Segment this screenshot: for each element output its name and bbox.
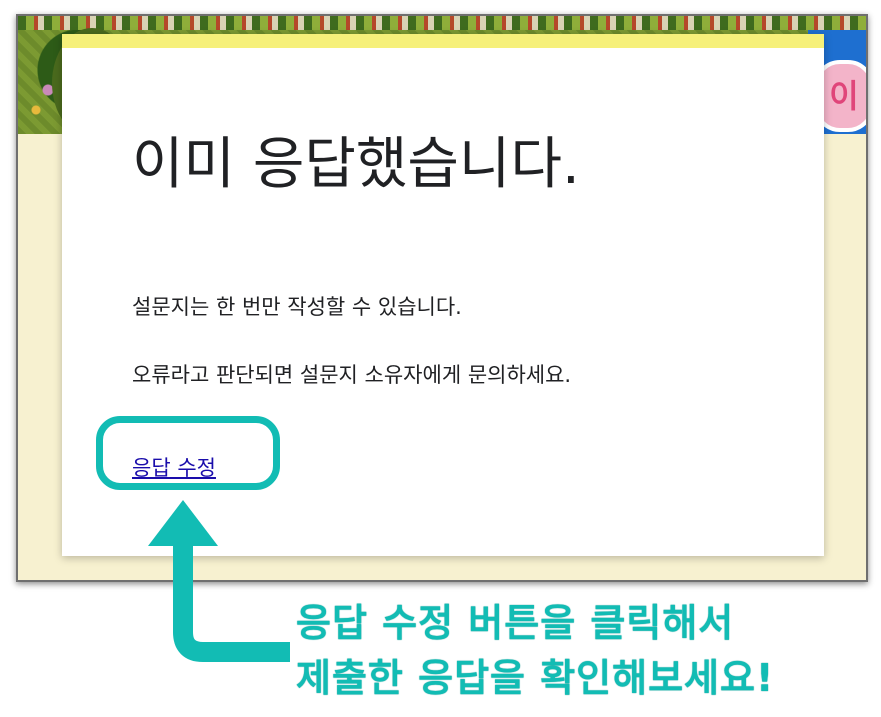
screenshot-frame: 이 이미 응답했습니다. 설문지는 한 번만 작성할 수 있습니다. 오류라고 … — [16, 14, 868, 582]
page-title: 이미 응답했습니다. — [132, 132, 580, 197]
message-contact-owner: 오류라고 판단되면 설문지 소유자에게 문의하세요. — [132, 363, 572, 387]
highlight-ring — [96, 416, 280, 490]
message-one-response: 설문지는 한 번만 작성할 수 있습니다. — [132, 295, 462, 319]
callout-line-2: 제출한 응답을 확인해보세요! — [296, 656, 775, 700]
banner-decoration — [18, 16, 866, 30]
callout-line-1: 응답 수정 버튼을 클릭해서 — [296, 601, 735, 645]
